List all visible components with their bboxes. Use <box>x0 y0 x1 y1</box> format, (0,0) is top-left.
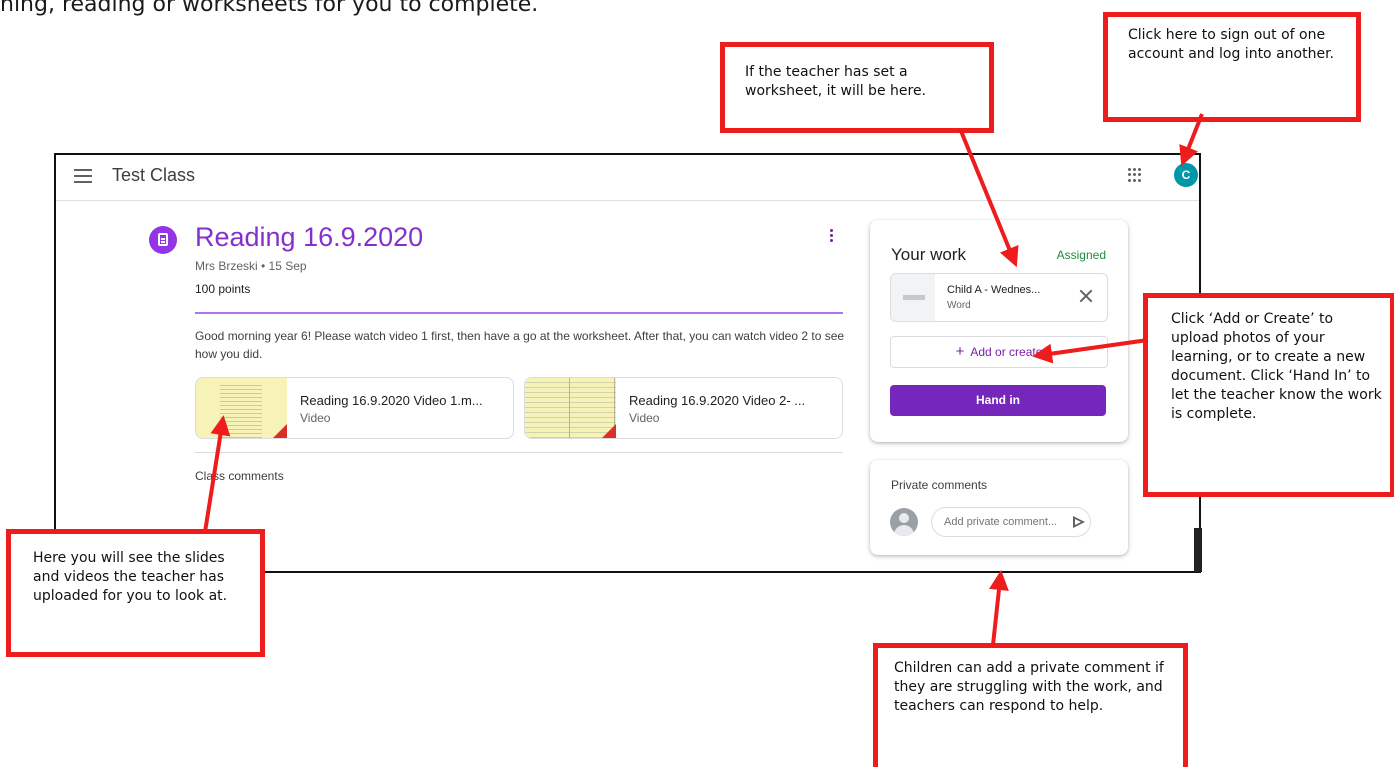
file-name: Child A - Wednes... <box>947 284 1041 296</box>
status-badge: Assigned <box>1056 248 1106 262</box>
menu-icon[interactable] <box>74 169 92 183</box>
your-work-title: Your work <box>891 245 966 264</box>
assignment-description: Good morning year 6! Please watch video … <box>195 329 845 361</box>
callout-sign-out: Click here to sign out of one account an… <box>1103 12 1361 122</box>
apps-icon[interactable] <box>1128 168 1142 182</box>
title-divider <box>195 312 843 314</box>
callout-private-comment-text: Children can add a private comment if th… <box>894 660 1164 714</box>
assignment-title: Reading 16.9.2020 <box>195 222 424 252</box>
callout-worksheet: If the teacher has set a worksheet, it w… <box>720 42 994 133</box>
attachment-video-1[interactable]: Reading 16.9.2020 Video 1.m... Video <box>195 377 514 439</box>
account-avatar[interactable]: C <box>1174 163 1198 187</box>
attachment-type: Video <box>300 411 331 425</box>
attachment-thumbnail <box>525 378 616 438</box>
top-app-bar: Test Class C <box>56 155 1199 201</box>
send-icon[interactable] <box>1073 516 1085 528</box>
callout-sign-out-text: Click here to sign out of one account an… <box>1128 27 1334 62</box>
add-or-create-button[interactable]: + Add or create <box>890 336 1108 368</box>
attachment-video-2[interactable]: Reading 16.9.2020 Video 2- ... Video <box>524 377 843 439</box>
private-comment-input[interactable] <box>931 507 1091 537</box>
file-type: Word <box>947 300 971 311</box>
class-comments-label[interactable]: Class comments <box>195 469 284 483</box>
assignment-points: 100 points <box>195 282 251 296</box>
hand-in-button[interactable]: Hand in <box>890 385 1106 416</box>
private-comments-title: Private comments <box>891 478 988 492</box>
more-vert-icon[interactable] <box>824 229 838 247</box>
attachment-type: Video <box>629 411 660 425</box>
class-name[interactable]: Test Class <box>112 165 195 186</box>
assignment-icon <box>149 226 177 254</box>
arrow-to-private-comments <box>988 570 1009 646</box>
attached-file[interactable]: Child A - Wednes... Word <box>890 273 1108 322</box>
add-or-create-label: Add or create <box>970 345 1043 359</box>
close-icon[interactable] <box>1077 287 1095 305</box>
callout-add-create-text: Click ‘Add or Create’ to upload photos o… <box>1171 311 1382 422</box>
callout-slides-videos: Here you will see the slides and videos … <box>6 529 265 657</box>
document-intro-text: ning, reading or worksheets for you to c… <box>0 0 539 17</box>
private-comments-card: Private comments <box>870 460 1128 555</box>
callout-add-create: Click ‘Add or Create’ to upload photos o… <box>1143 293 1394 497</box>
classroom-screenshot: Test Class C Reading 16.9.2020 Mrs Brzes… <box>54 153 1201 573</box>
comments-divider <box>195 452 843 453</box>
add-icon: + <box>955 343 965 360</box>
file-thumbnail <box>891 274 935 321</box>
attachment-name: Reading 16.9.2020 Video 2- ... <box>629 393 806 408</box>
assignment-meta: Mrs Brzeski • 15 Sep <box>195 259 307 273</box>
screenshot-edge <box>1194 528 1202 572</box>
callout-slides-videos-text: Here you will see the slides and videos … <box>33 550 228 604</box>
your-work-card: Your work Assigned Child A - Wednes... W… <box>870 220 1128 442</box>
attachment-name: Reading 16.9.2020 Video 1.m... <box>300 393 483 408</box>
person-icon <box>890 508 918 536</box>
callout-private-comment: Children can add a private comment if th… <box>873 643 1188 767</box>
attachment-thumbnail <box>196 378 287 438</box>
callout-worksheet-text: If the teacher has set a worksheet, it w… <box>745 64 927 99</box>
